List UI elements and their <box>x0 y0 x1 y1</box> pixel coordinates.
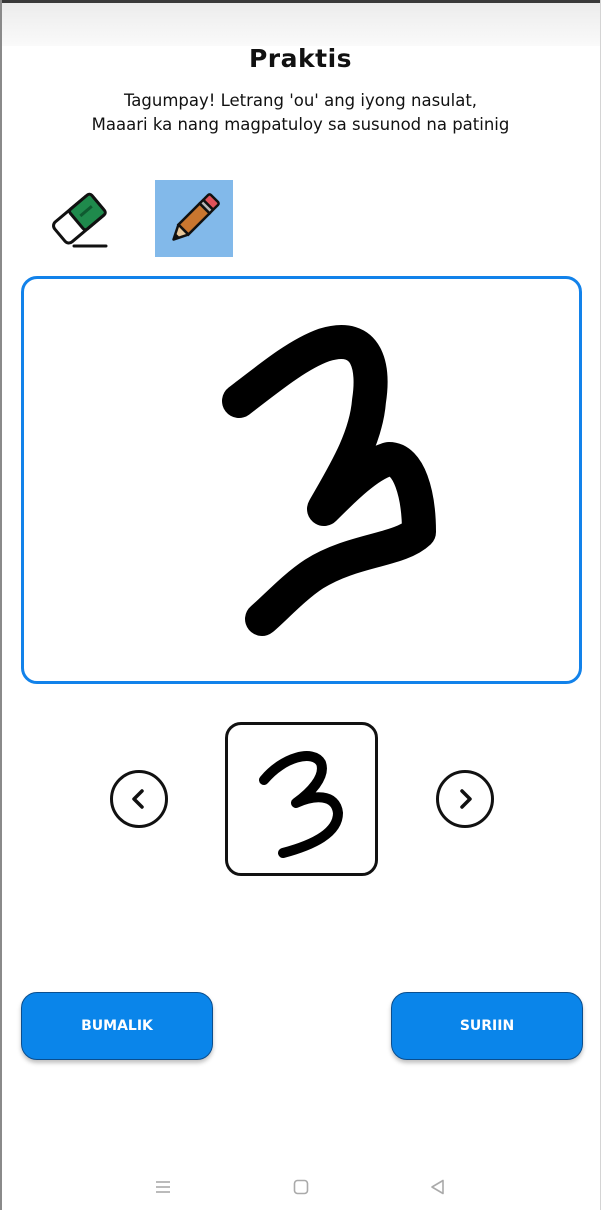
reference-letter-glyph <box>259 751 343 858</box>
chevron-right-icon <box>460 789 472 809</box>
eraser-tool-button[interactable] <box>40 180 118 257</box>
success-message-line1: Tagumpay! Letrang 'ou' ang iyong nasulat… <box>123 91 478 110</box>
eraser-icon <box>52 192 108 247</box>
system-menu-button[interactable] <box>148 1172 178 1202</box>
system-home-button[interactable] <box>286 1172 316 1202</box>
menu-lines-icon <box>156 1181 170 1193</box>
pencil-tool-button[interactable] <box>155 180 233 257</box>
screen-edge-left <box>0 0 2 1210</box>
back-triangle-icon <box>431 1179 444 1195</box>
drawing-canvas[interactable] <box>21 276 582 684</box>
check-button[interactable]: SURIIN <box>391 992 583 1060</box>
next-letter-button[interactable] <box>436 770 494 828</box>
success-message-line2: Maaari ka nang magpatuloy sa susunod na … <box>91 115 510 134</box>
back-button[interactable]: BUMALIK <box>21 992 213 1060</box>
page-title: Praktis <box>248 44 353 73</box>
home-square-icon <box>293 1179 309 1195</box>
reference-letter-card <box>225 722 378 876</box>
pencil-icon <box>172 192 220 241</box>
chevron-left-icon <box>132 789 144 809</box>
status-bar <box>0 0 601 46</box>
previous-letter-button[interactable] <box>110 770 168 828</box>
system-back-button[interactable] <box>423 1172 453 1202</box>
user-drawing-stroke <box>222 325 436 636</box>
